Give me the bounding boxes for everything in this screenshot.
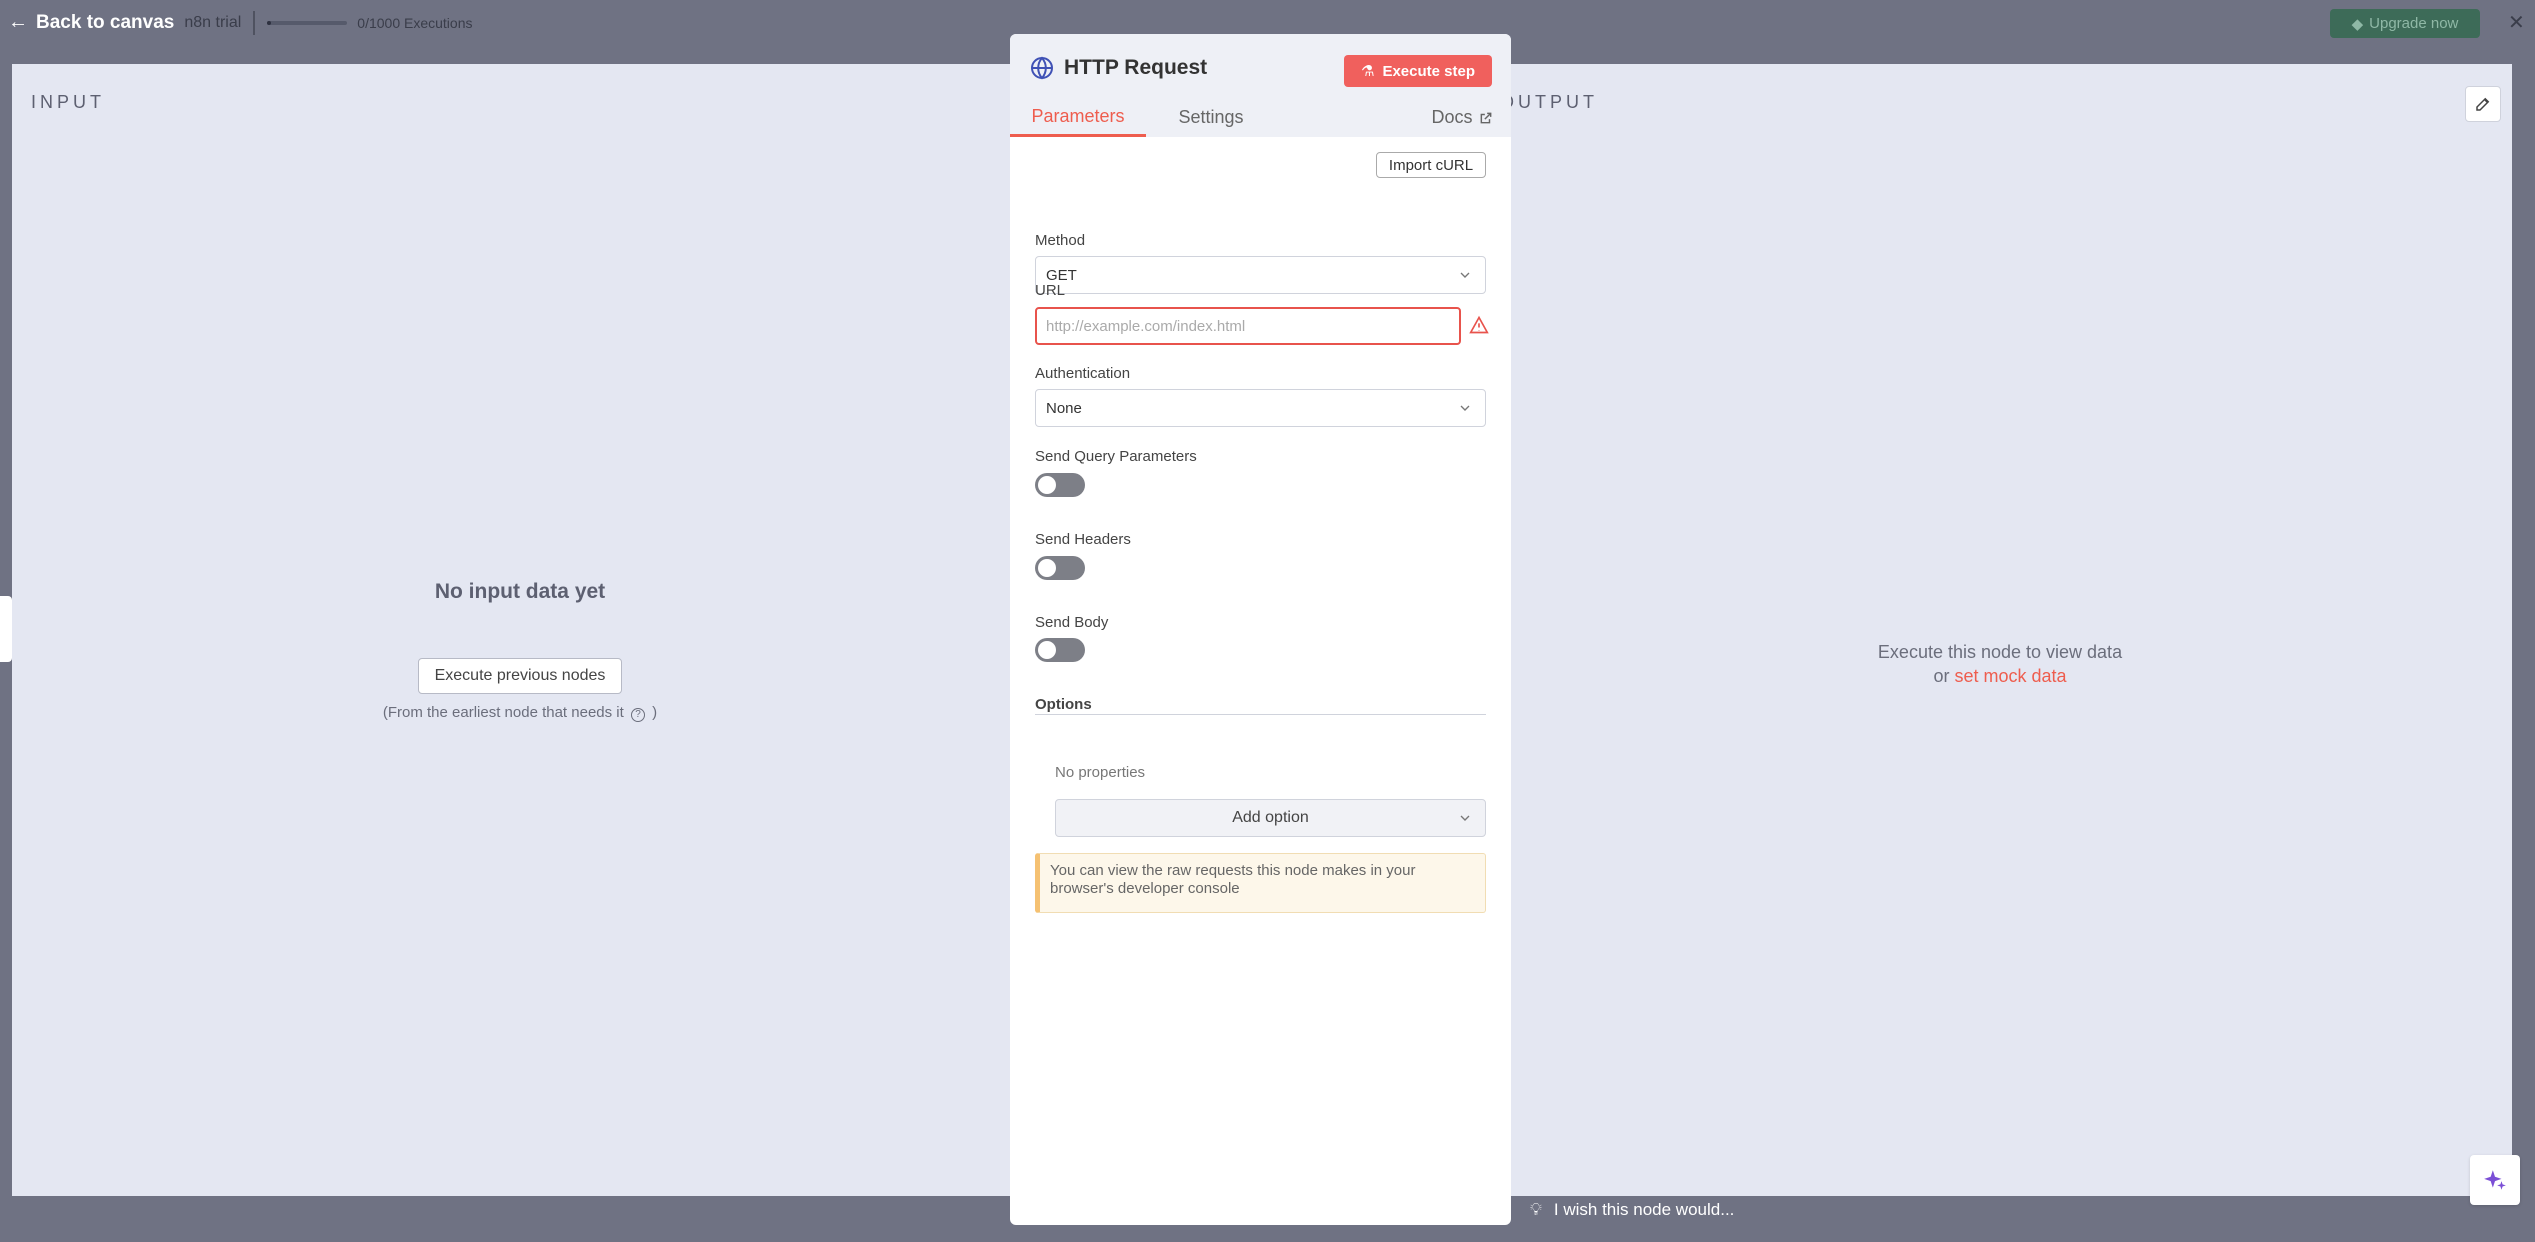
node-parameters-panel: HTTP Request ⚗︎ Execute step Parameters …	[1010, 34, 1511, 1225]
executions-progress-bar	[267, 20, 348, 25]
earliest-node-note-text: (From the earliest node that needs it	[382, 704, 624, 721]
toggle-knob	[1038, 476, 1056, 494]
upgrade-label: Upgrade now	[2369, 15, 2459, 32]
send-headers-label: Send Headers	[1035, 531, 1131, 548]
authentication-select[interactable]: None	[1035, 389, 1486, 427]
toggle-knob	[1038, 641, 1056, 659]
authentication-label: Authentication	[1035, 365, 1131, 382]
authentication-value: None	[1046, 399, 1082, 417]
url-placeholder: http://example.com/index.html	[1046, 317, 1246, 335]
globe-icon	[1031, 56, 1053, 80]
node-title: HTTP Request	[1030, 56, 1207, 80]
sparkle-icon	[2484, 1170, 2506, 1190]
set-mock-data-link[interactable]: set mock data	[1954, 666, 2066, 686]
options-divider	[1035, 714, 1486, 715]
toggle-knob	[1038, 559, 1056, 577]
node-tabs: Parameters Settings Docs	[1010, 98, 1511, 137]
docs-label: Docs	[1431, 107, 1473, 127]
execute-previous-nodes-button[interactable]: Execute previous nodes	[418, 658, 622, 694]
send-query-toggle[interactable]	[1035, 473, 1085, 497]
send-query-label: Send Query Parameters	[1035, 448, 1197, 465]
warning-icon	[1469, 315, 1489, 334]
executions-count: 0/1000 Executions	[357, 14, 473, 31]
output-empty-message: Execute this node to view data or set mo…	[1700, 640, 2300, 688]
upgrade-button[interactable]: ◆ Upgrade now	[2330, 9, 2480, 38]
send-body-toggle[interactable]	[1035, 638, 1085, 662]
side-panel-handle[interactable]	[0, 596, 12, 662]
no-properties-text: No properties	[1055, 764, 1146, 781]
question-circle-icon[interactable]: ?	[630, 708, 645, 722]
execute-step-label: Execute step	[1382, 62, 1475, 80]
no-input-data-heading: No input data yet	[434, 580, 606, 603]
wish-label: I wish this node would...	[1553, 1200, 1735, 1219]
feedback-bar[interactable]: 💡︎ I wish this node would...	[1530, 1200, 1734, 1220]
tab-docs[interactable]: Docs	[1424, 98, 1500, 137]
developer-console-notice: You can view the raw requests this node …	[1035, 853, 1486, 913]
pencil-icon	[2476, 97, 2490, 111]
lightbulb-icon: 💡︎	[1530, 1200, 1542, 1219]
options-title: Options	[1035, 696, 1092, 713]
chevron-down-icon	[1460, 815, 1470, 821]
earliest-node-note: (From the earliest node that needs it ? …	[0, 704, 1040, 722]
flask-icon: ⚗︎	[1361, 63, 1375, 80]
url-input[interactable]: http://example.com/index.html	[1035, 307, 1461, 345]
or-label: or	[1933, 666, 1950, 686]
output-panel-title: OUTPUT	[1500, 92, 1598, 112]
trial-label: n8n trial	[184, 13, 242, 31]
back-to-canvas-label: Back to canvas	[36, 11, 175, 33]
send-headers-toggle[interactable]	[1035, 556, 1085, 580]
method-label: Method	[1035, 232, 1086, 249]
node-header: HTTP Request ⚗︎ Execute step Parameters …	[1010, 34, 1511, 137]
url-label: URL	[1035, 282, 1066, 299]
import-curl-button[interactable]: Import cURL	[1376, 152, 1486, 178]
divider	[253, 10, 256, 35]
method-select[interactable]: GET	[1035, 256, 1486, 294]
tab-settings[interactable]: Settings	[1166, 98, 1256, 137]
chevron-down-icon	[1460, 272, 1470, 278]
ai-assistant-button[interactable]	[2470, 1155, 2520, 1205]
back-to-canvas-link[interactable]: ← Back to canvas	[8, 11, 174, 34]
method-value: GET	[1046, 266, 1077, 284]
arrow-left-icon: ←	[8, 11, 28, 33]
chevron-down-icon	[1460, 405, 1470, 411]
tab-parameters[interactable]: Parameters	[1010, 98, 1146, 137]
gem-icon: ◆	[2351, 15, 2364, 33]
node-title-text: HTTP Request	[1064, 56, 1208, 79]
edit-output-button[interactable]	[2465, 86, 2501, 122]
add-option-button[interactable]: Add option	[1055, 799, 1486, 837]
execute-to-view-text: Execute this node to view data	[1877, 642, 2123, 662]
close-icon[interactable]: ✕	[2508, 10, 2525, 35]
executions-progress-fill	[267, 20, 272, 25]
send-body-label: Send Body	[1035, 614, 1109, 631]
add-option-label: Add option	[1232, 809, 1309, 826]
earliest-node-note-close: )	[652, 704, 658, 721]
execute-step-button[interactable]: ⚗︎ Execute step	[1344, 55, 1492, 87]
input-panel-title: INPUT	[31, 92, 105, 112]
external-link-icon	[1480, 112, 1491, 123]
